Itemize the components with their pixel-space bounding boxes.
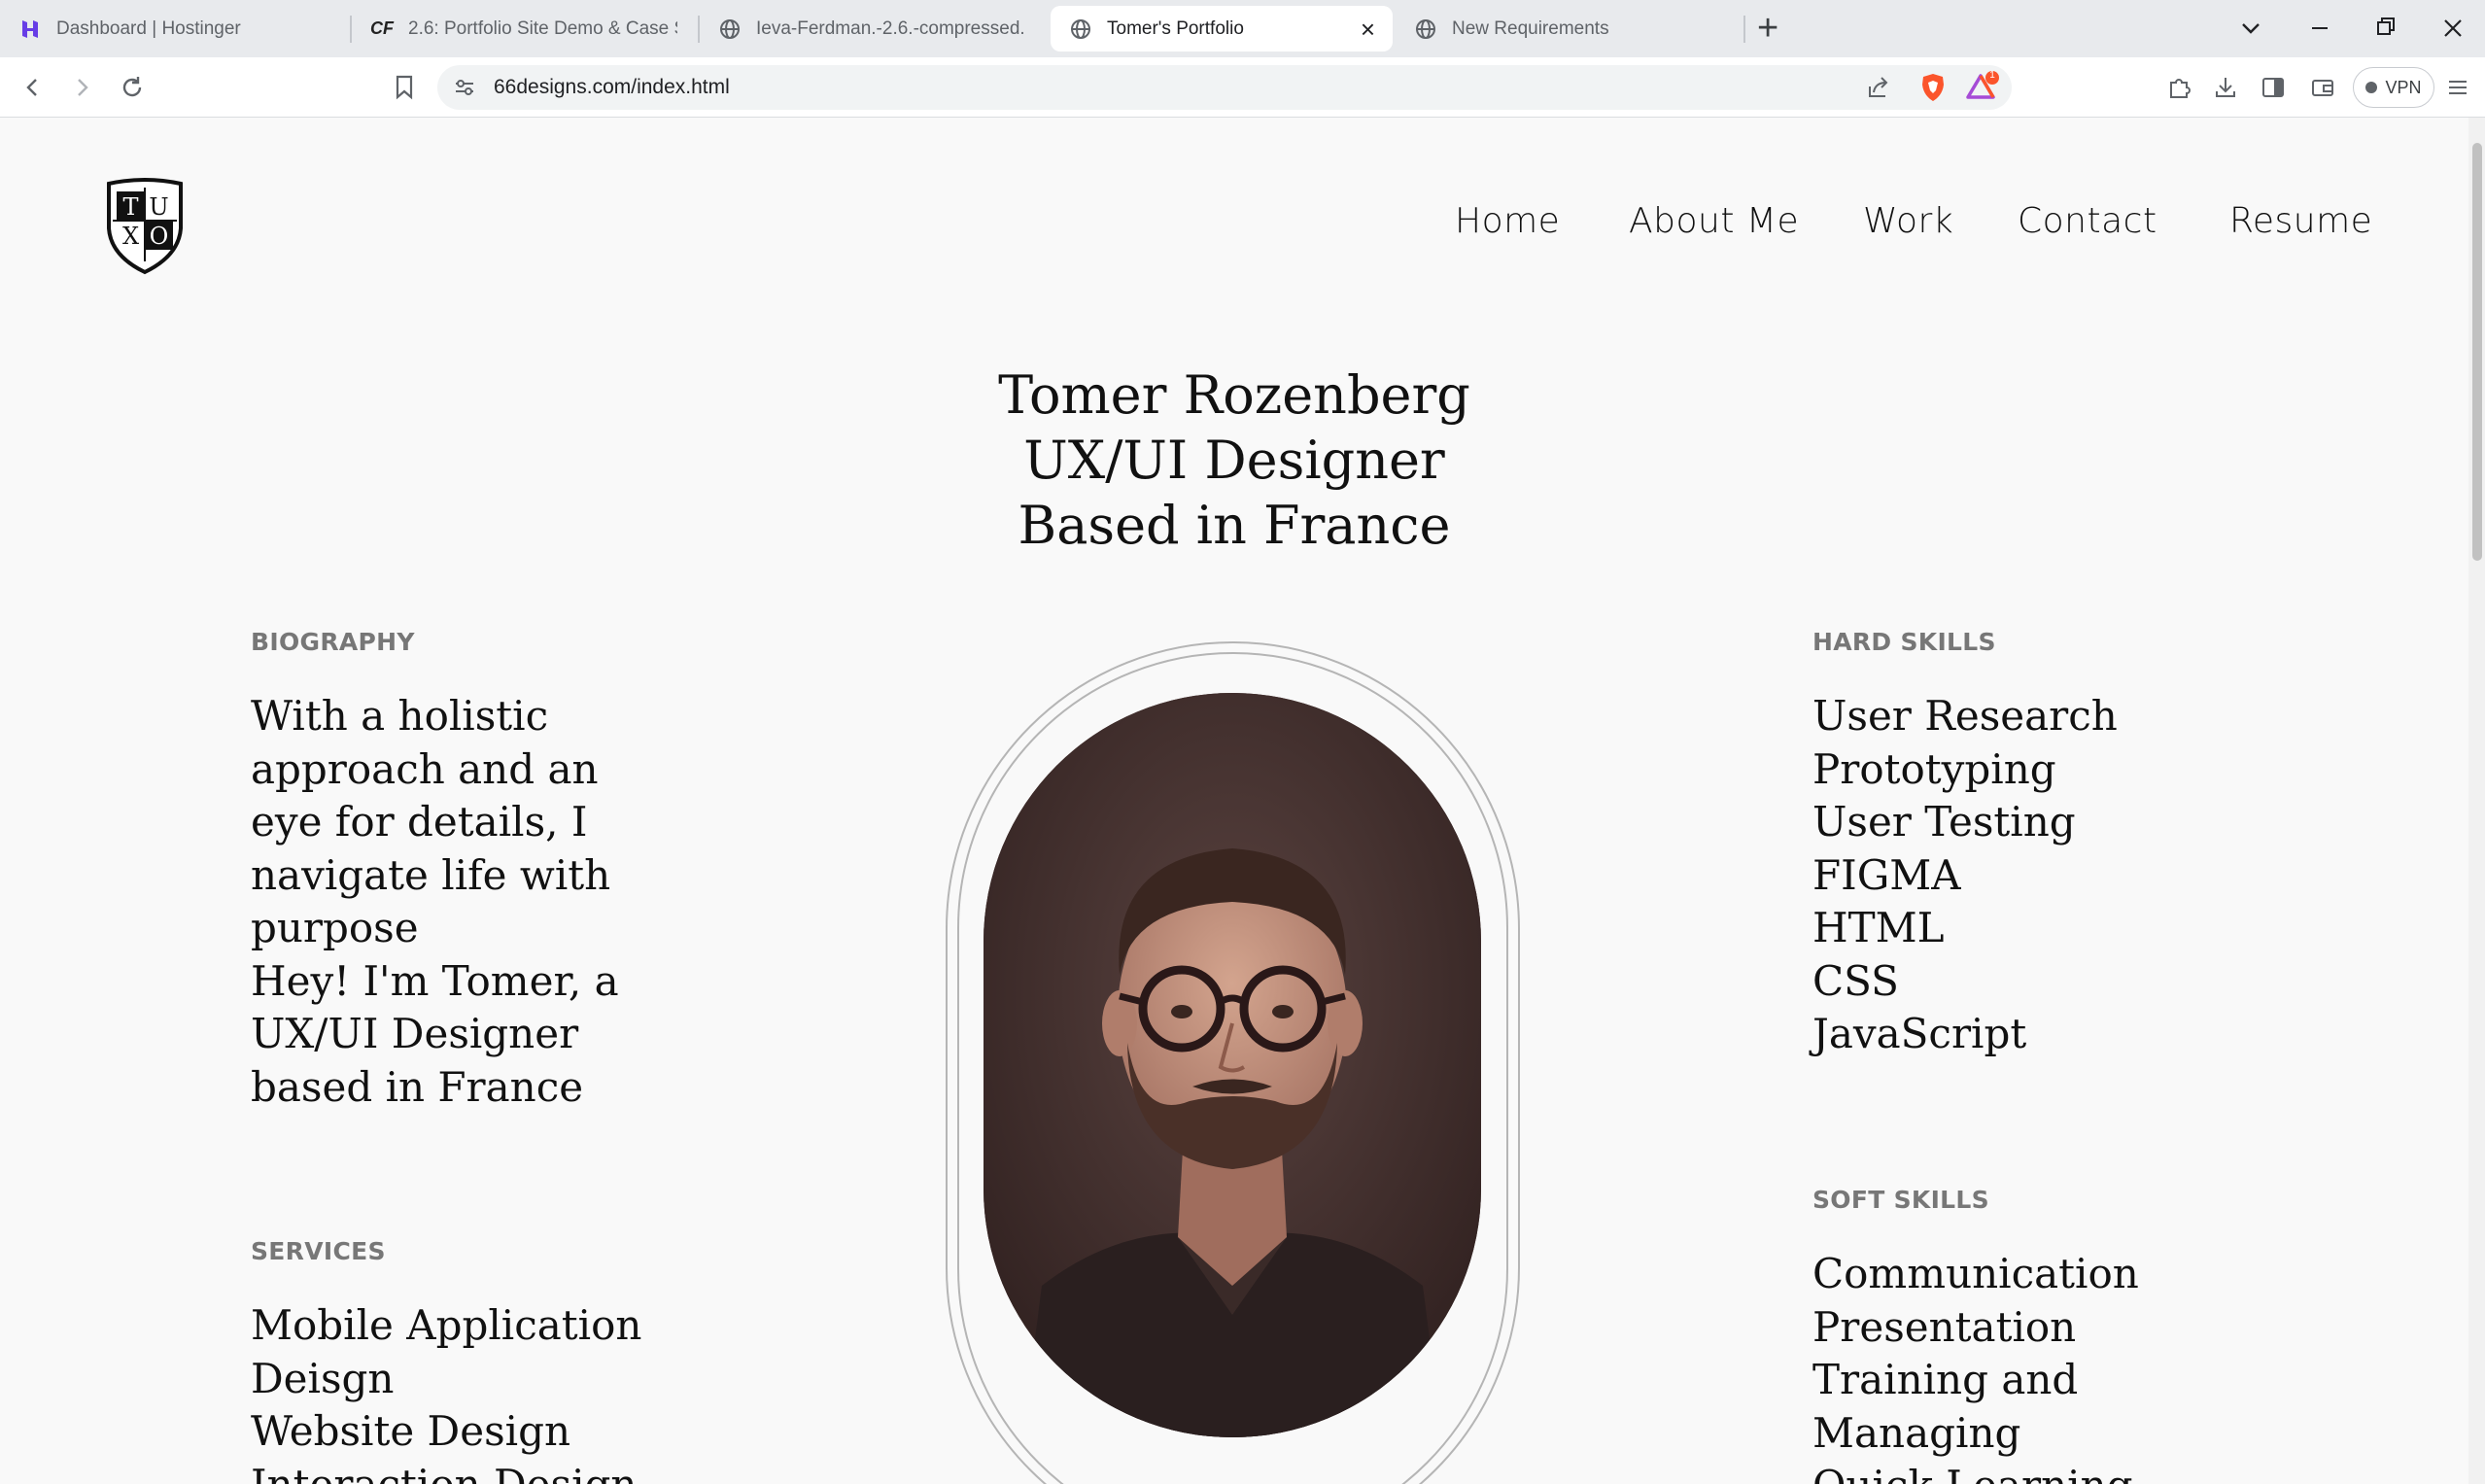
soft-skill-item: Training and <box>1812 1356 2079 1403</box>
portrait-photo <box>984 693 1481 1437</box>
soft-skill-item: Presentation <box>1812 1302 2077 1351</box>
tab-case-study[interactable]: CF 2.6: Portfolio Site Demo & Case Stud <box>352 6 697 52</box>
nav-about-me[interactable]: About Me <box>1629 201 1799 241</box>
close-window-icon[interactable] <box>2442 10 2464 56</box>
biography-line: approach and an <box>251 744 599 793</box>
reload-icon[interactable] <box>115 70 150 105</box>
globe-icon <box>1070 18 1091 40</box>
logo-letter: T <box>122 193 138 221</box>
url-text: 66designs.com/index.html <box>494 76 730 98</box>
extensions-icon[interactable] <box>2162 70 2197 105</box>
hero-location: Based in France <box>1018 495 1451 556</box>
hard-skills-list: User Research Prototyping User Testing F… <box>1812 690 2118 1061</box>
wallet-icon[interactable] <box>2305 70 2340 105</box>
nav-contact[interactable]: Contact <box>2018 201 2157 241</box>
page-scrollbar[interactable] <box>2468 118 2485 1484</box>
hard-skill-item: Prototyping <box>1812 744 2056 793</box>
biography-line: purpose <box>251 904 419 951</box>
download-icon[interactable] <box>2208 70 2243 105</box>
nav-resume[interactable]: Resume <box>2229 201 2372 241</box>
tab-tomers-portfolio[interactable]: Tomer's Portfolio × <box>1051 6 1393 52</box>
hard-skill-item: CSS <box>1812 956 1899 1005</box>
brave-shields-icon[interactable] <box>1919 72 1947 108</box>
tab-strip: Dashboard | Hostinger CF 2.6: Portfolio … <box>0 0 2485 57</box>
biography-line: With a holistic <box>251 692 549 740</box>
hard-skill-item: HTML <box>1812 904 1945 951</box>
services-list: Mobile Application Deisgn Website Design… <box>251 1299 641 1484</box>
browser-toolbar: 66designs.com/index.html 1 VPN <box>0 57 2485 118</box>
hard-skills-label: HARD SKILLS <box>1812 628 1996 656</box>
back-icon[interactable] <box>16 70 51 105</box>
scrollbar-thumb[interactable] <box>2472 143 2482 561</box>
service-item: Website Design <box>251 1407 571 1455</box>
tab-title: New Requirements <box>1452 17 1609 39</box>
service-item: Deisgn <box>251 1354 395 1402</box>
new-tab-button[interactable]: + <box>1757 10 1778 47</box>
logo-letter: X <box>122 223 139 250</box>
biography-line: navigate life with <box>251 850 611 899</box>
services-label: SERVICES <box>251 1237 386 1265</box>
biography-line: Hey! I'm Tomer, a <box>251 956 619 1005</box>
service-item: Mobile Application <box>251 1301 642 1349</box>
forward-icon[interactable] <box>64 70 99 105</box>
globe-icon <box>1415 18 1436 40</box>
tab-hostinger[interactable]: Dashboard | Hostinger <box>0 6 345 52</box>
soft-skill-item: Communication <box>1812 1250 2139 1297</box>
address-bar[interactable]: 66designs.com/index.html 1 <box>437 65 2012 110</box>
hard-skill-item: FIGMA <box>1812 850 1961 899</box>
biography-label: BIOGRAPHY <box>251 628 415 656</box>
hero-heading: Tomer Rozenberg UX/UI Designer Based in … <box>0 362 2468 558</box>
cf-icon: CF <box>370 18 394 38</box>
tab-search-icon[interactable] <box>2240 10 2261 56</box>
vpn-label: VPN <box>2385 77 2422 97</box>
biography-line: UX/UI Designer <box>251 1010 579 1057</box>
webpage: T U X O Home About Me Work Contact Resum… <box>0 118 2468 1484</box>
hard-skill-item: User Testing <box>1812 798 2076 846</box>
globe-icon <box>719 18 741 40</box>
close-icon[interactable]: × <box>1361 17 1375 42</box>
hero-name: Tomer Rozenberg <box>998 364 1470 426</box>
hero-role: UX/UI Designer <box>1023 430 1445 491</box>
biography-line: eye for details, I <box>251 798 588 846</box>
tab-separator <box>1743 16 1745 43</box>
bookmark-icon[interactable] <box>387 70 422 105</box>
vpn-button[interactable]: VPN <box>2353 67 2434 108</box>
soft-skill-item: Managing <box>1812 1408 2021 1457</box>
tab-title: Tomer's Portfolio <box>1107 17 1244 39</box>
nav-work[interactable]: Work <box>1863 201 1953 241</box>
site-settings-icon[interactable] <box>453 76 476 104</box>
nav-home[interactable]: Home <box>1455 201 1560 241</box>
site-logo[interactable]: T U X O <box>105 178 185 275</box>
service-item: Interaction Design <box>251 1460 638 1484</box>
tab-title: Dashboard | Hostinger <box>56 17 241 39</box>
sidebar-icon[interactable] <box>2256 70 2291 105</box>
share-icon[interactable] <box>1866 75 1891 105</box>
hard-skill-item: JavaScript <box>1812 1010 2027 1057</box>
minimize-icon[interactable] <box>2309 10 2330 56</box>
vpn-status-icon <box>2365 82 2378 93</box>
biography-text: With a holistic approach and an eye for … <box>251 690 619 1114</box>
tab-title: Ieva-Ferdman.-2.6.-compressed.pdf <box>756 17 1025 39</box>
tab-new-requirements[interactable]: New Requirements <box>1396 6 1741 52</box>
tab-pdf[interactable]: Ieva-Ferdman.-2.6.-compressed.pdf <box>700 6 1045 52</box>
hostinger-icon <box>19 18 41 40</box>
hard-skill-item: User Research <box>1812 692 2118 740</box>
restore-icon[interactable] <box>2375 10 2397 56</box>
menu-icon[interactable] <box>2440 70 2475 105</box>
biography-line: based in France <box>251 1062 584 1111</box>
soft-skills-list: Communication Presentation Training and … <box>1812 1248 2139 1484</box>
soft-skills-label: SOFT SKILLS <box>1812 1186 1989 1214</box>
brave-rewards-icon[interactable]: 1 <box>1966 70 1999 108</box>
logo-letter: U <box>149 193 168 221</box>
tab-title: 2.6: Portfolio Site Demo & Case Stud <box>408 17 677 39</box>
notification-badge: 1 <box>1989 70 1995 81</box>
logo-letter: O <box>150 223 169 250</box>
soft-skill-item: Quick Learning <box>1812 1460 2139 1484</box>
